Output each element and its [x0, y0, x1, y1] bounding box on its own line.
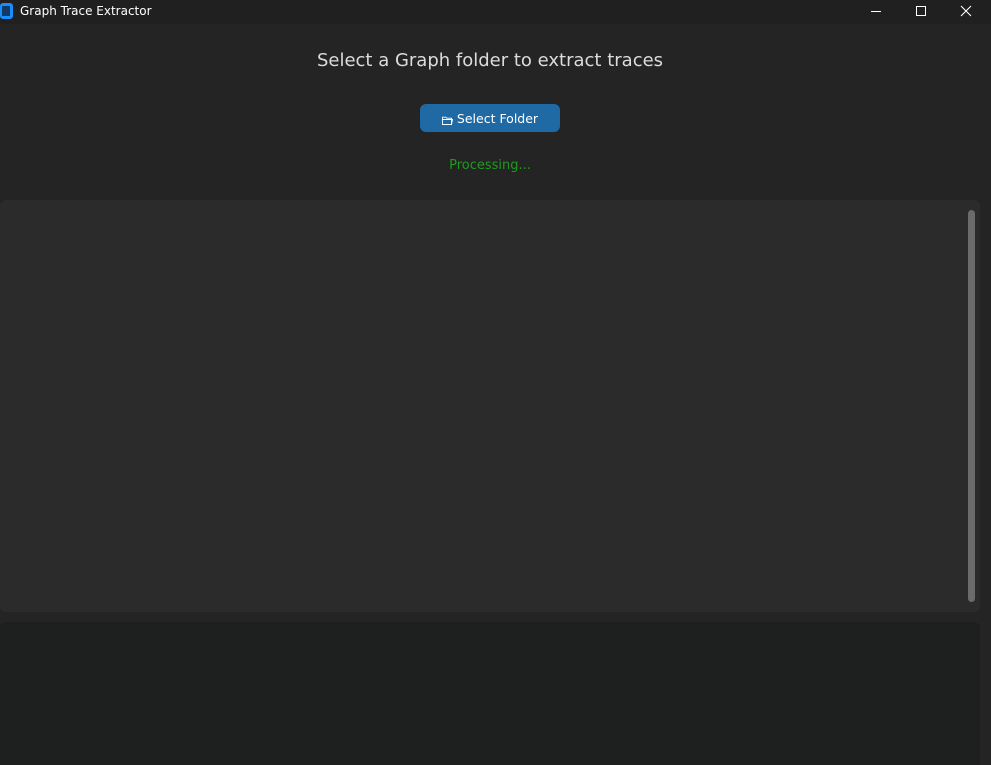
- status-text: Processing...: [449, 158, 531, 173]
- output-panel-scrollbar[interactable]: [968, 210, 975, 602]
- bottom-panel[interactable]: [0, 622, 980, 765]
- window-title: Graph Trace Extractor: [20, 4, 152, 18]
- select-folder-button[interactable]: Select Folder: [420, 104, 560, 132]
- select-folder-label: Select Folder: [456, 110, 539, 126]
- close-button[interactable]: [944, 0, 988, 22]
- app-icon: [0, 3, 13, 19]
- minimize-icon: [871, 11, 881, 12]
- maximize-button[interactable]: [899, 0, 943, 22]
- close-icon: [960, 5, 972, 17]
- output-panel[interactable]: [0, 200, 980, 612]
- minimize-button[interactable]: [854, 0, 898, 22]
- app-window: Graph Trace Extractor Select a Graph fol…: [0, 0, 991, 765]
- maximize-icon: [916, 6, 926, 16]
- page-heading: Select a Graph folder to extract traces: [316, 50, 664, 71]
- folder-icon: [441, 116, 453, 125]
- title-bar[interactable]: Graph Trace Extractor: [0, 0, 991, 24]
